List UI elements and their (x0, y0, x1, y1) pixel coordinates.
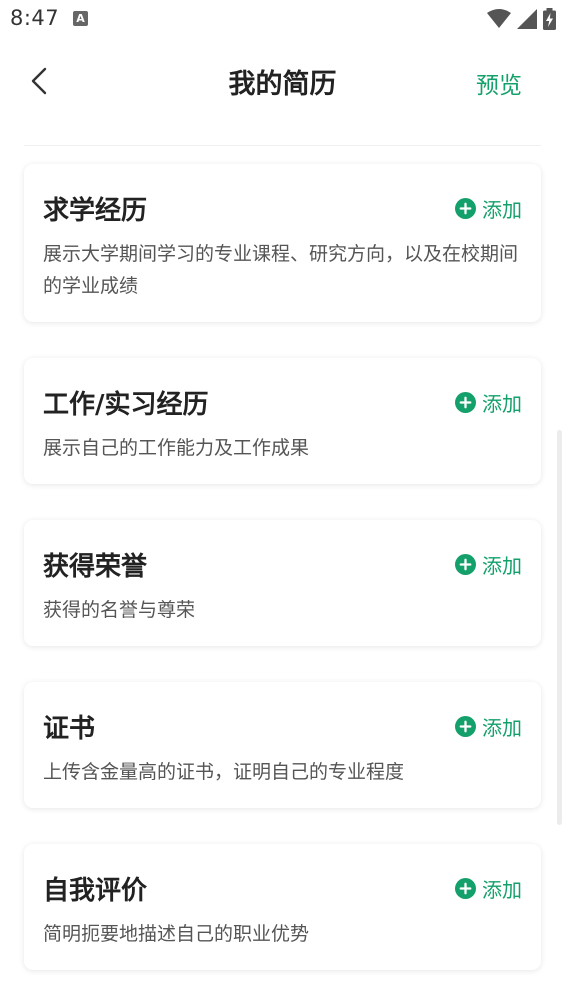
add-label: 添加 (482, 392, 522, 416)
signal-icon (517, 9, 537, 29)
add-work-button[interactable]: 添加 (455, 388, 522, 417)
add-label: 添加 (482, 198, 522, 222)
section-description: 上传含金量高的证书，证明自己的专业程度 (43, 761, 405, 783)
scrollbar[interactable] (557, 430, 562, 825)
plus-circle-icon (455, 878, 476, 899)
top-app-bar: 我的简历 预览 (0, 40, 565, 122)
section-description: 简明扼要地描述自己的职业优势 (43, 923, 310, 945)
add-education-button[interactable]: 添加 (455, 194, 522, 223)
status-time: 8:47 (10, 6, 60, 30)
preview-button[interactable]: 预览 (476, 66, 522, 100)
plus-circle-icon (455, 554, 476, 575)
section-card-certificates: 证书 添加 上传含金量高的证书，证明自己的专业程度 (24, 682, 541, 808)
section-description: 获得的名誉与尊荣 (43, 599, 196, 621)
add-label: 添加 (482, 554, 522, 578)
section-title: 自我评价 (43, 876, 148, 906)
status-bar: 8:47 A (0, 0, 565, 40)
section-card-education: 求学经历 添加 展示大学期间学习的专业课程、研究方向，以及在校期间的学业成绩 (24, 164, 541, 322)
add-certificate-button[interactable]: 添加 (455, 712, 522, 741)
plus-circle-icon (455, 716, 476, 737)
section-card-work: 工作/实习经历 添加 展示自己的工作能力及工作成果 (24, 358, 541, 484)
section-title: 工作/实习经历 (43, 390, 209, 420)
add-honors-button[interactable]: 添加 (455, 550, 522, 579)
add-self-evaluation-button[interactable]: 添加 (455, 874, 522, 903)
battery-charging-icon (543, 8, 556, 30)
status-icons (487, 7, 556, 31)
plus-circle-icon (455, 392, 476, 413)
section-title: 证书 (43, 714, 96, 744)
header-divider (24, 145, 541, 146)
add-label: 添加 (482, 716, 522, 740)
section-title: 获得荣誉 (43, 552, 148, 582)
plus-circle-icon (455, 198, 476, 219)
section-card-honors: 获得荣誉 添加 获得的名誉与尊荣 (24, 520, 541, 646)
section-description: 展示大学期间学习的专业课程、研究方向，以及在校期间的学业成绩 (43, 243, 519, 297)
section-card-self-evaluation: 自我评价 添加 简明扼要地描述自己的职业优势 (24, 844, 541, 970)
wifi-icon (487, 9, 511, 28)
a-icon: A (73, 11, 88, 26)
section-title: 求学经历 (43, 196, 148, 226)
section-description: 展示自己的工作能力及工作成果 (43, 437, 310, 459)
add-label: 添加 (482, 878, 522, 902)
